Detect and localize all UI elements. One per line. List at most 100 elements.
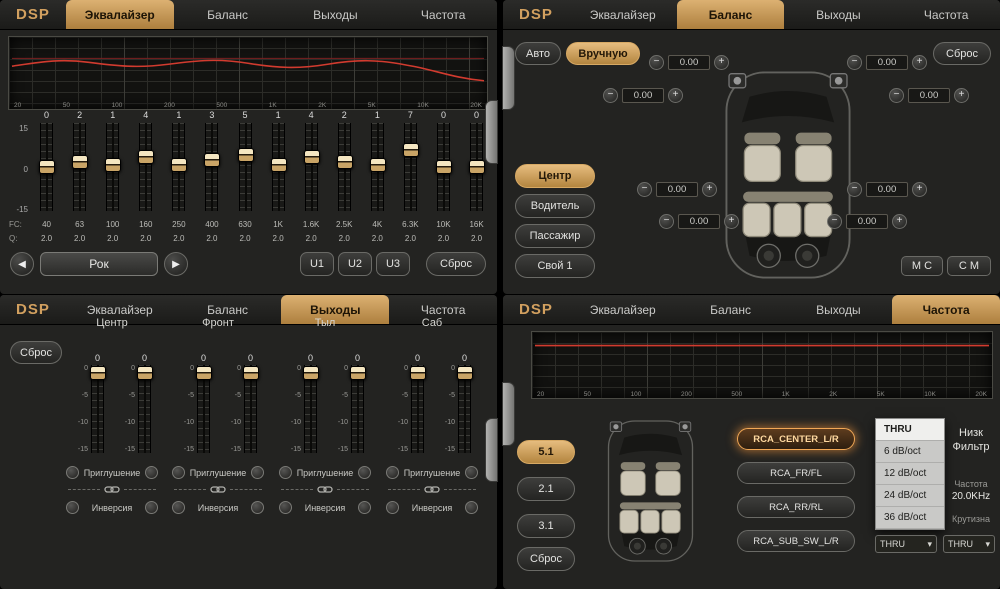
output-slider[interactable] bbox=[91, 365, 104, 453]
eq-slider-handle[interactable] bbox=[72, 155, 88, 169]
output-slider-handle[interactable] bbox=[410, 366, 426, 380]
side-handle[interactable] bbox=[502, 46, 515, 110]
eq-band-slider[interactable] bbox=[470, 123, 483, 211]
mute-right-toggle[interactable] bbox=[465, 466, 478, 479]
minus-button[interactable]: − bbox=[847, 55, 862, 70]
output-slider[interactable] bbox=[458, 365, 471, 453]
eq-slider-handle[interactable] bbox=[469, 160, 485, 174]
slope-option[interactable]: 24 dB/oct bbox=[876, 485, 944, 507]
tab-outputs[interactable]: Выходы bbox=[784, 0, 892, 29]
minus-button[interactable]: − bbox=[637, 182, 652, 197]
preset-next-button[interactable]: ▶ bbox=[164, 252, 188, 276]
eq-band-slider[interactable] bbox=[437, 123, 450, 211]
eq-band-slider[interactable] bbox=[172, 123, 185, 211]
output-slider-handle[interactable] bbox=[90, 366, 106, 380]
tab-equalizer[interactable]: Эквалайзер bbox=[569, 0, 677, 29]
output-slider[interactable] bbox=[351, 365, 364, 453]
mute-left-toggle[interactable] bbox=[386, 466, 399, 479]
lp-slope-select[interactable]: THRU ▾ bbox=[943, 535, 995, 553]
position-custom-button[interactable]: Свой 1 bbox=[515, 254, 595, 278]
output-slider-handle[interactable] bbox=[457, 366, 473, 380]
eq-band-slider[interactable] bbox=[139, 123, 152, 211]
invert-left-toggle[interactable] bbox=[386, 501, 399, 514]
invert-right-toggle[interactable] bbox=[358, 501, 371, 514]
eq-slider-handle[interactable] bbox=[370, 158, 386, 172]
frequency-reset-button[interactable]: Сброс bbox=[517, 547, 575, 571]
user-preset-1-button[interactable]: U1 bbox=[300, 252, 334, 276]
tab-outputs[interactable]: Выходы bbox=[784, 295, 892, 324]
minus-button[interactable]: − bbox=[603, 88, 618, 103]
eq-slider-handle[interactable] bbox=[436, 160, 452, 174]
eq-slider-handle[interactable] bbox=[39, 160, 55, 174]
output-slider-handle[interactable] bbox=[303, 366, 319, 380]
slope-option[interactable]: THRU bbox=[876, 419, 944, 441]
tab-equalizer[interactable]: Эквалайзер bbox=[66, 0, 174, 29]
output-slider-handle[interactable] bbox=[350, 366, 366, 380]
channel-rca-front-button[interactable]: RCA_FR/FL bbox=[737, 462, 855, 484]
eq-slider-handle[interactable] bbox=[238, 148, 254, 162]
invert-right-toggle[interactable] bbox=[465, 501, 478, 514]
channel-rca-center-button[interactable]: RCA_CENTER_L/R bbox=[737, 428, 855, 450]
eq-reset-button[interactable]: Сброс bbox=[426, 252, 486, 276]
minus-button[interactable]: − bbox=[659, 214, 674, 229]
minus-button[interactable]: − bbox=[847, 182, 862, 197]
plus-button[interactable]: + bbox=[954, 88, 969, 103]
eq-slider-handle[interactable] bbox=[304, 150, 320, 164]
side-handle[interactable] bbox=[485, 100, 498, 164]
position-driver-button[interactable]: Водитель bbox=[515, 194, 595, 218]
eq-band-slider[interactable] bbox=[239, 123, 252, 211]
output-slider-handle[interactable] bbox=[137, 366, 153, 380]
output-slider[interactable] bbox=[304, 365, 317, 453]
eq-slider-handle[interactable] bbox=[105, 158, 121, 172]
invert-left-toggle[interactable] bbox=[279, 501, 292, 514]
output-slider[interactable] bbox=[197, 365, 210, 453]
invert-right-toggle[interactable] bbox=[145, 501, 158, 514]
link-icon[interactable] bbox=[317, 484, 333, 495]
invert-left-toggle[interactable] bbox=[172, 501, 185, 514]
plus-button[interactable]: + bbox=[714, 55, 729, 70]
minus-button[interactable]: − bbox=[827, 214, 842, 229]
eq-slider-handle[interactable] bbox=[271, 158, 287, 172]
tab-balance[interactable]: Баланс bbox=[677, 295, 785, 324]
tab-frequency[interactable]: Частота bbox=[892, 295, 1000, 324]
manual-button[interactable]: Вручную bbox=[566, 42, 640, 65]
position-center-button[interactable]: Центр bbox=[515, 164, 595, 188]
user-preset-2-button[interactable]: U2 bbox=[338, 252, 372, 276]
preset-display[interactable]: Рок bbox=[40, 252, 158, 276]
eq-band-slider[interactable] bbox=[371, 123, 384, 211]
outputs-reset-button[interactable]: Сброс bbox=[10, 341, 62, 364]
plus-button[interactable]: + bbox=[668, 88, 683, 103]
tab-balance[interactable]: Баланс bbox=[677, 0, 785, 29]
output-slider-handle[interactable] bbox=[243, 366, 259, 380]
link-icon[interactable] bbox=[424, 484, 440, 495]
mute-right-toggle[interactable] bbox=[358, 466, 371, 479]
slope-option[interactable]: 12 dB/oct bbox=[876, 463, 944, 485]
mute-right-toggle[interactable] bbox=[145, 466, 158, 479]
plus-button[interactable]: + bbox=[912, 55, 927, 70]
side-handle[interactable] bbox=[485, 418, 498, 482]
eq-slider-handle[interactable] bbox=[204, 153, 220, 167]
slope-option[interactable]: 36 dB/oct bbox=[876, 507, 944, 529]
link-icon[interactable] bbox=[210, 484, 226, 495]
cm-button[interactable]: C M bbox=[947, 256, 991, 276]
invert-left-toggle[interactable] bbox=[66, 501, 79, 514]
output-slider[interactable] bbox=[244, 365, 257, 453]
eq-band-slider[interactable] bbox=[272, 123, 285, 211]
eq-band-slider[interactable] bbox=[73, 123, 86, 211]
eq-band-slider[interactable] bbox=[338, 123, 351, 211]
plus-button[interactable]: + bbox=[912, 182, 927, 197]
tab-frequency[interactable]: Частота bbox=[892, 0, 1000, 29]
eq-slider-handle[interactable] bbox=[138, 150, 154, 164]
mute-left-toggle[interactable] bbox=[172, 466, 185, 479]
tab-balance[interactable]: Баланс bbox=[174, 0, 282, 29]
eq-band-slider[interactable] bbox=[305, 123, 318, 211]
mode-51-button[interactable]: 5.1 bbox=[517, 440, 575, 464]
minus-button[interactable]: − bbox=[889, 88, 904, 103]
auto-button[interactable]: Авто bbox=[515, 42, 561, 65]
mc-button[interactable]: M C bbox=[901, 256, 943, 276]
mode-31-button[interactable]: 3.1 bbox=[517, 514, 575, 538]
eq-band-slider[interactable] bbox=[106, 123, 119, 211]
eq-slider-handle[interactable] bbox=[171, 158, 187, 172]
channel-rca-rear-button[interactable]: RCA_RR/RL bbox=[737, 496, 855, 518]
hp-slope-select[interactable]: THRU ▾ bbox=[875, 535, 937, 553]
